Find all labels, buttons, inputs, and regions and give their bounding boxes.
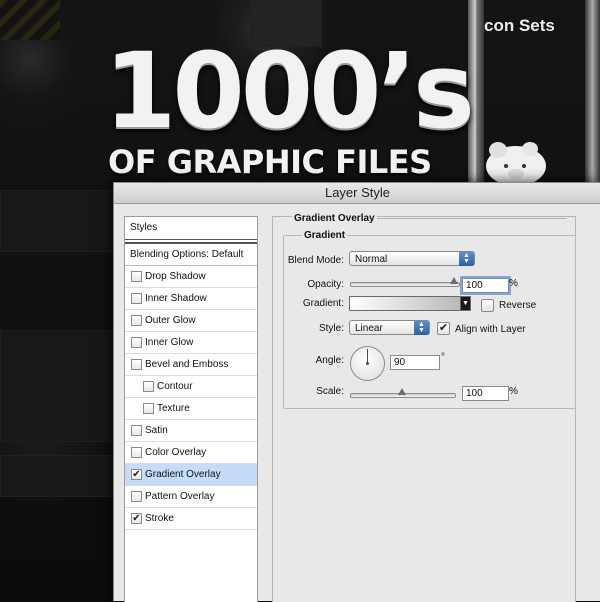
headline-sub: OF GRAPHIC FILES [108, 143, 432, 181]
opacity-input[interactable]: 100 [460, 276, 511, 295]
style-item-label: Outer Glow [145, 315, 196, 326]
style-item[interactable]: Texture [125, 398, 257, 420]
style-item-label: Texture [157, 403, 190, 414]
blending-options-item[interactable]: Blending Options: Default [125, 242, 257, 266]
dialog-title[interactable]: Layer Style [114, 183, 600, 204]
style-item-checkbox[interactable] [131, 337, 142, 348]
align-with-layer-checkbox[interactable]: ✔ [437, 322, 450, 335]
angle-dial[interactable] [350, 346, 385, 381]
style-item[interactable]: Pattern Overlay [125, 486, 257, 508]
style-item-label: Inner Shadow [145, 293, 207, 304]
layer-style-dialog: Layer Style Styles Blending Options: Def… [113, 182, 600, 602]
angle-unit: ° [441, 352, 445, 363]
styles-header[interactable]: Styles [125, 217, 257, 240]
blend-mode-value: Normal [355, 254, 388, 265]
select-arrows-icon: ▲ ▼ [459, 252, 474, 266]
blend-mode-label: Blend Mode: [287, 255, 344, 266]
blend-mode-select[interactable]: Normal ▲ ▼ [349, 251, 475, 266]
opacity-slider[interactable] [350, 282, 460, 287]
select-arrows-icon: ▲ ▼ [414, 321, 429, 335]
style-item-label: Pattern Overlay [145, 491, 215, 502]
style-item-checkbox[interactable] [131, 491, 142, 502]
style-item-label: Gradient Overlay [145, 469, 221, 480]
background-metal-strip [585, 0, 600, 182]
style-item-label: Satin [145, 425, 168, 436]
gradient-label: Gradient: [302, 298, 344, 309]
opacity-unit: % [509, 278, 518, 289]
align-with-layer-label: Align with Layer [455, 324, 526, 335]
style-item[interactable]: Outer Glow [125, 310, 257, 332]
style-item-label: Stroke [145, 513, 174, 524]
style-item[interactable]: ✔ Stroke [125, 508, 257, 530]
style-item-checkbox[interactable] [131, 315, 142, 326]
reverse-checkbox[interactable] [481, 299, 494, 312]
style-item[interactable]: ✔ Gradient Overlay [125, 464, 257, 486]
style-select[interactable]: Linear ▲ ▼ [349, 320, 430, 335]
style-item-label: Inner Glow [145, 337, 194, 348]
corner-text: con Sets [484, 16, 555, 35]
scale-input[interactable]: 100 [462, 386, 509, 401]
style-value: Linear [355, 323, 383, 334]
style-item[interactable]: Color Overlay [125, 442, 257, 464]
style-item[interactable]: Bevel and Emboss [125, 354, 257, 376]
section-divider [372, 218, 567, 219]
group-title: Gradient [302, 230, 348, 241]
style-item[interactable]: Inner Shadow [125, 288, 257, 310]
background-tile [0, 455, 114, 497]
style-item-checkbox[interactable]: ✔ [131, 469, 142, 480]
style-item[interactable]: Inner Glow [125, 332, 257, 354]
style-item-checkbox[interactable] [131, 359, 142, 370]
opacity-slider-thumb[interactable] [450, 277, 458, 284]
gradient-dropdown-icon[interactable]: ▼ [460, 296, 471, 311]
style-item-label: Bevel and Emboss [145, 359, 229, 370]
style-item-checkbox[interactable] [131, 447, 142, 458]
background-stripe-pattern [0, 0, 60, 40]
headline-big: 1000’s [104, 30, 475, 152]
styles-list: Styles Blending Options: Default Drop Sh… [124, 216, 258, 602]
style-item-checkbox[interactable]: ✔ [131, 513, 142, 524]
style-item[interactable]: Satin [125, 420, 257, 442]
background-tile [0, 190, 114, 252]
style-item[interactable]: Contour [125, 376, 257, 398]
angle-input[interactable]: 90 [390, 355, 440, 370]
background-tile [0, 330, 114, 442]
section-title: Gradient Overlay [292, 213, 377, 224]
style-item-checkbox[interactable] [131, 271, 142, 282]
scale-label: Scale: [316, 386, 344, 397]
style-item-checkbox[interactable] [131, 293, 142, 304]
gradient-preview[interactable] [349, 296, 461, 311]
style-item[interactable]: Drop Shadow [125, 266, 257, 288]
style-item-label: Drop Shadow [145, 271, 206, 282]
opacity-label: Opacity: [307, 279, 344, 290]
angle-hub [366, 362, 369, 365]
scale-unit: % [509, 386, 518, 397]
piggy-bank-icon [486, 142, 546, 184]
style-label: Style: [318, 323, 344, 334]
angle-label: Angle: [315, 355, 344, 366]
style-item-checkbox[interactable] [143, 381, 154, 392]
scale-slider-thumb[interactable] [398, 388, 406, 395]
style-item-checkbox[interactable] [143, 403, 154, 414]
style-item-label: Contour [157, 381, 193, 392]
reverse-label: Reverse [499, 300, 537, 311]
style-items: Drop Shadow Inner Shadow Outer Glow Inner G… [125, 266, 257, 530]
style-item-label: Color Overlay [145, 447, 207, 458]
style-item-checkbox[interactable] [131, 425, 142, 436]
